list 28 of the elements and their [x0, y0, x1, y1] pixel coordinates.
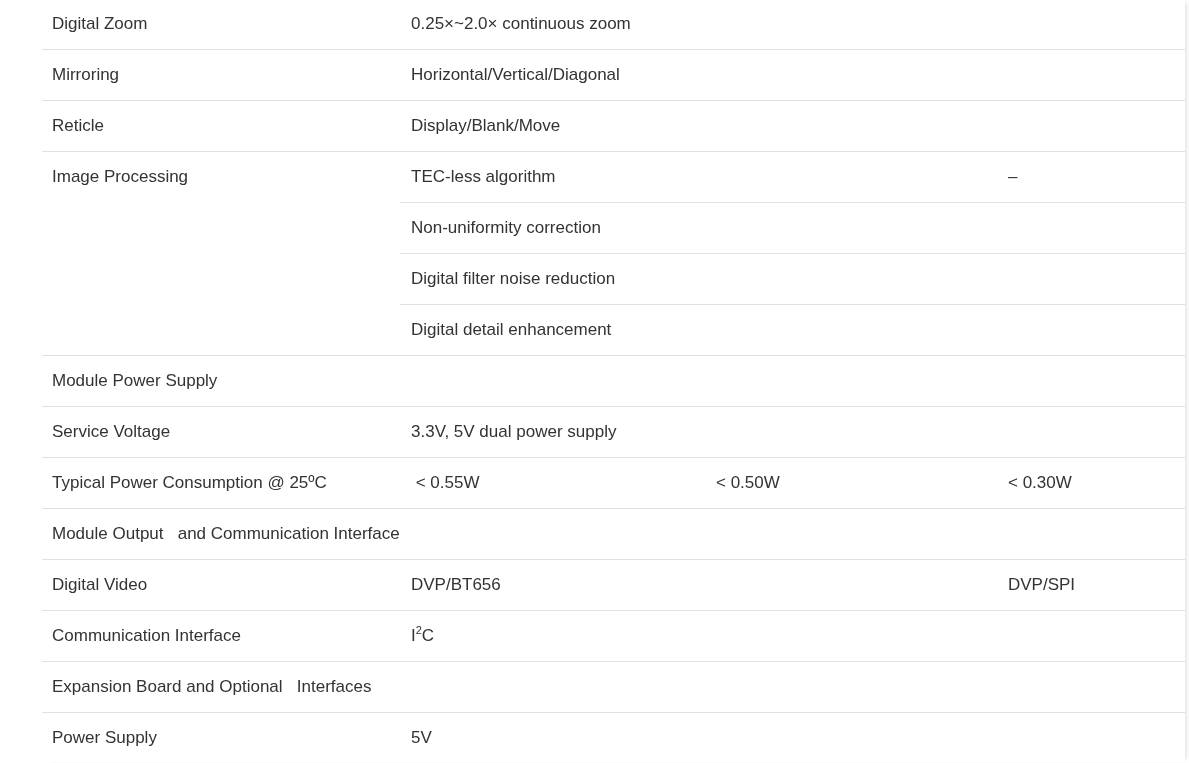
spec-value: 5V — [410, 727, 433, 747]
spec-value: I$^{2}$C — [410, 623, 436, 645]
spec-name: Module Output and Communication Interface — [51, 523, 400, 545]
spec-name: Typical Power Consumption @ 25ºC — [51, 472, 328, 494]
spec-value: Display/Blank/Move — [410, 115, 562, 135]
spec-value: Digital detail enhancement — [410, 319, 613, 339]
spec-value: – — [1007, 166, 1019, 186]
spec-name: Service Voltage — [51, 421, 172, 443]
spec-name: Mirroring — [51, 64, 121, 86]
spec-value: DVP/SPI — [1007, 574, 1077, 594]
spec-value: 3.3V, 5V dual power supply — [410, 421, 618, 441]
spec-value: 0.25×~2.0× continuous zoom — [410, 13, 632, 33]
spec-value: DVP/BT656 — [410, 574, 502, 594]
spec-value: < 0.50W — [715, 472, 781, 492]
spec-value: TEC-less algorithm — [410, 166, 557, 186]
spec-name: Reticle — [51, 115, 105, 137]
spec-value: Non-uniformity correction — [410, 217, 602, 237]
spec-name: Digital Video — [51, 574, 149, 596]
spec-name: Digital Zoom — [51, 13, 149, 35]
spec-name: Power Supply — [51, 727, 158, 749]
spec-value: < 0.55W — [414, 472, 481, 492]
spec-name: Image Processing — [51, 166, 190, 188]
spec-name: Communication Interface — [51, 625, 242, 647]
spec-name: Module Power Supply — [51, 370, 219, 392]
spec-value: < 0.30W — [1007, 472, 1073, 492]
spec-value: Horizontal/Vertical/Diagonal — [410, 64, 621, 84]
spec-value: Digital filter noise reduction — [410, 268, 617, 288]
spec-name: Expansion Board and Optional Interfaces — [51, 676, 373, 698]
